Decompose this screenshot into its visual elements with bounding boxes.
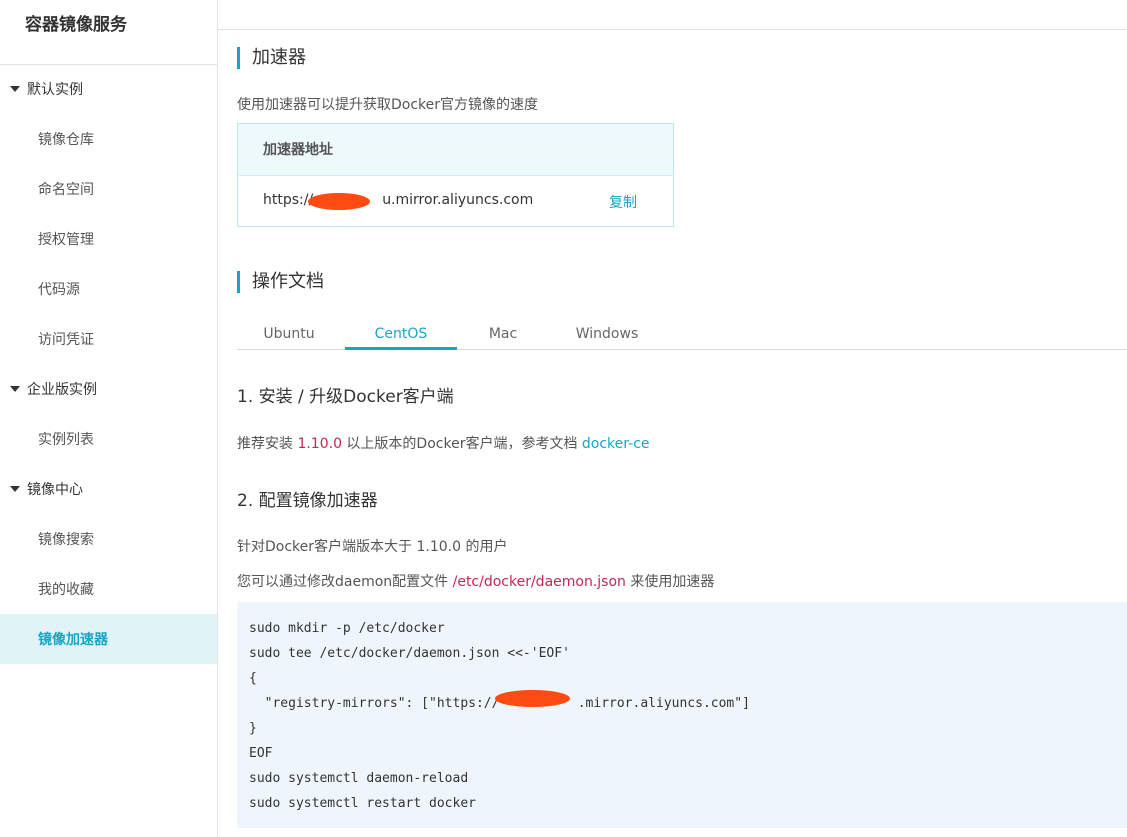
- code-line: sudo mkdir -p /etc/docker: [249, 621, 445, 636]
- sidebar-item-code-source[interactable]: 代码源: [0, 264, 217, 314]
- code-line: "registry-mirrors": ["https:// .mirror.a…: [249, 696, 750, 711]
- address-row: https:// u.mirror.aliyuncs.com 复制: [238, 176, 673, 226]
- redaction-mark: [495, 690, 570, 707]
- tab-centos[interactable]: CentOS: [345, 319, 457, 350]
- code-line: }: [249, 721, 257, 736]
- caret-down-icon: [10, 386, 20, 392]
- code-line: EOF: [249, 746, 273, 761]
- sidebar-item-access-credential[interactable]: 访问凭证: [0, 314, 217, 364]
- copy-button[interactable]: 复制: [609, 192, 637, 212]
- step2-line1: 针对Docker客户端版本大于 1.10.0 的用户: [237, 539, 508, 555]
- nav-group-label: 默认实例: [27, 82, 83, 98]
- sidebar: 容器镜像服务 默认实例 镜像仓库 命名空间 授权管理 代码源 访问凭证 企业版实…: [0, 0, 218, 837]
- url-suffix: u.mirror.aliyuncs.com: [382, 192, 534, 208]
- sidebar-item-favorites[interactable]: 我的收藏: [0, 564, 217, 614]
- code-line: {: [249, 671, 257, 686]
- code-line: sudo systemctl daemon-reload: [249, 771, 469, 786]
- nav-group-image-center[interactable]: 镜像中心: [0, 464, 217, 514]
- redaction-mark: [308, 193, 370, 210]
- step1-text-before: 推荐安装: [237, 436, 298, 452]
- code-line: sudo systemctl restart docker: [249, 796, 476, 811]
- step2-title: 2. 配置镜像加速器: [237, 491, 378, 511]
- caret-down-icon: [10, 486, 20, 492]
- nav-group-enterprise-instance[interactable]: 企业版实例: [0, 364, 217, 414]
- nav-group-label: 企业版实例: [27, 382, 97, 398]
- tab-ubuntu[interactable]: Ubuntu: [233, 319, 345, 350]
- step2-line2: 您可以通过修改daemon配置文件 /etc/docker/daemon.jso…: [237, 571, 714, 591]
- docs-section-title: 操作文档: [237, 271, 324, 293]
- top-bar: [218, 0, 1127, 30]
- sidebar-item-authorization[interactable]: 授权管理: [0, 214, 217, 264]
- tab-mac[interactable]: Mac: [447, 319, 559, 350]
- nav-group-label: 镜像中心: [27, 482, 83, 498]
- step1-text-after: 以上版本的Docker客户端，参考文档: [341, 436, 582, 452]
- step2-text-before: 您可以通过修改daemon配置文件: [237, 574, 453, 590]
- sidebar-item-image-search[interactable]: 镜像搜索: [0, 514, 217, 564]
- sidebar-item-instance-list[interactable]: 实例列表: [0, 414, 217, 464]
- sidebar-item-image-repo[interactable]: 镜像仓库: [0, 114, 217, 164]
- code-block[interactable]: sudo mkdir -p /etc/docker sudo tee /etc/…: [237, 602, 1127, 828]
- tab-windows[interactable]: Windows: [551, 319, 663, 350]
- nav-group-default-instance[interactable]: 默认实例: [0, 64, 217, 114]
- sidebar-item-image-accelerator[interactable]: 镜像加速器: [0, 614, 217, 664]
- main-content: 加速器 使用加速器可以提升获取Docker官方镜像的速度 加速器地址 https…: [218, 0, 1127, 837]
- accelerator-description: 使用加速器可以提升获取Docker官方镜像的速度: [237, 97, 539, 113]
- version-highlight: 1.10.0: [297, 436, 342, 452]
- sidebar-title: 容器镜像服务: [0, 0, 217, 65]
- os-tabs: Ubuntu CentOS Mac Windows: [237, 319, 1127, 350]
- daemon-json-path: /etc/docker/daemon.json: [452, 574, 626, 590]
- step1-text: 推荐安装 1.10.0 以上版本的Docker客户端，参考文档 docker-c…: [237, 433, 650, 453]
- code-line: sudo tee /etc/docker/daemon.json <<-'EOF…: [249, 646, 570, 661]
- accelerator-url[interactable]: https:// u.mirror.aliyuncs.com: [263, 192, 533, 208]
- accelerator-section-title: 加速器: [237, 47, 306, 69]
- docker-ce-link[interactable]: docker-ce: [582, 436, 650, 452]
- sidebar-item-namespace[interactable]: 命名空间: [0, 164, 217, 214]
- url-prefix: https://: [263, 192, 314, 208]
- step1-title: 1. 安装 / 升级Docker客户端: [237, 387, 454, 407]
- address-table-header: 加速器地址: [238, 124, 673, 176]
- caret-down-icon: [10, 86, 20, 92]
- step2-text-after: 来使用加速器: [625, 574, 715, 590]
- accelerator-address-table: 加速器地址 https:// u.mirror.aliyuncs.com 复制: [237, 123, 674, 227]
